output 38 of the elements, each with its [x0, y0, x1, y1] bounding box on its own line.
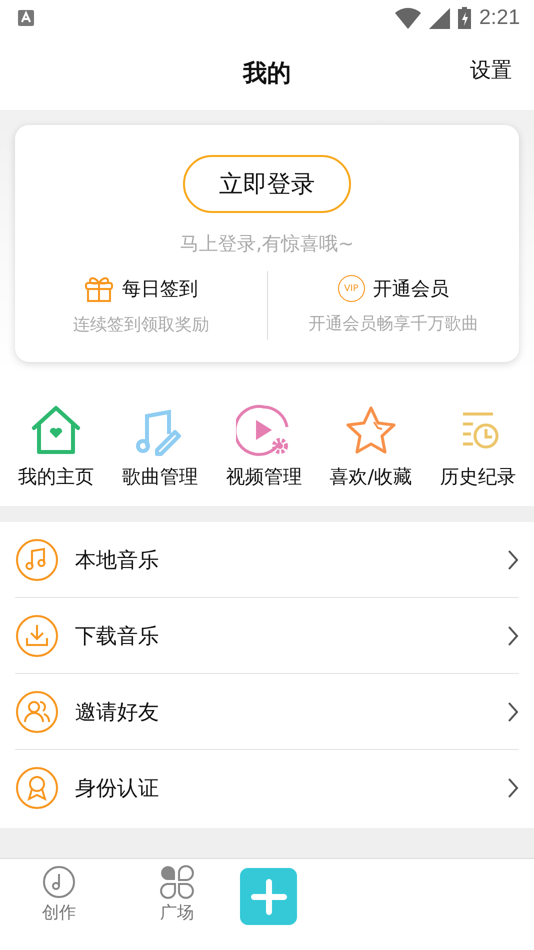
shortcut-button[interactable]: 历史纪录: [440, 404, 516, 490]
wifi-icon: [395, 7, 422, 29]
nav-tab[interactable]: 广场: [118, 865, 236, 924]
plus-icon: [250, 878, 286, 914]
menu-row[interactable]: 邀请好友: [15, 674, 519, 750]
login-button[interactable]: 立即登录: [183, 155, 351, 213]
add-button[interactable]: [240, 868, 297, 925]
feature-title[interactable]: 开通会员: [372, 276, 449, 302]
gift-icon: [84, 275, 114, 303]
menu-row[interactable]: 下载音乐: [15, 598, 519, 674]
four-leaf-icon: [160, 865, 194, 899]
page-title: 我的: [243, 58, 291, 89]
nav-tab[interactable]: 创作: [0, 865, 118, 924]
chevron-right-icon: [507, 700, 519, 722]
chevron-right-icon: [507, 548, 519, 570]
menu-row[interactable]: 身份认证: [15, 750, 519, 826]
music-note-icon: [15, 538, 59, 582]
download-icon: [15, 614, 59, 658]
status-time: 2:21: [479, 6, 520, 30]
shortcut-button[interactable]: 我的主页: [18, 404, 94, 490]
shortcut-button[interactable]: 歌曲管理: [122, 404, 198, 490]
vip-icon: VIP: [338, 275, 365, 302]
feature-subtitle: 连续签到领取奖励: [72, 314, 209, 336]
chevron-right-icon: [507, 624, 519, 646]
battery-icon: [458, 7, 472, 29]
chevron-right-icon: [507, 777, 519, 799]
signal-icon: [429, 8, 450, 28]
music-disc-icon: [42, 865, 76, 899]
people-icon: [15, 690, 59, 734]
feature-title[interactable]: 每日签到: [122, 276, 198, 302]
badge-icon: [15, 766, 59, 810]
shortcut-button[interactable]: 喜欢/收藏: [330, 404, 412, 490]
menu-row[interactable]: 本地音乐: [15, 522, 519, 598]
feature-subtitle: 开通会员畅享千万歌曲: [308, 313, 478, 335]
settings-link[interactable]: 设置: [470, 56, 512, 84]
shortcut-button[interactable]: 视频管理: [226, 404, 302, 490]
login-hint: 马上登录,有惊喜哦~: [180, 232, 354, 257]
keyboard-notification-icon: [18, 10, 34, 26]
